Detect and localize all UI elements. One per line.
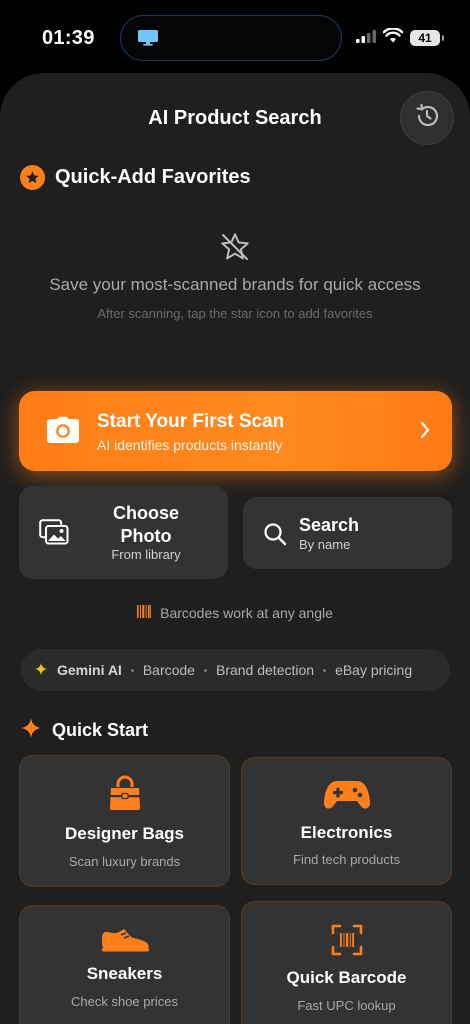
quick-start-title: Quick Start (52, 720, 149, 740)
quick-start-sneakers[interactable]: Sneakers Check shoe prices (19, 905, 230, 1024)
scan-subtitle: AI identifies products instantly (97, 437, 283, 453)
quick-start-header: Quick Start (20, 717, 148, 744)
chevron-right-icon (420, 421, 430, 444)
separator-dot (323, 668, 327, 672)
sneaker-icon (20, 926, 229, 952)
separator-dot (203, 668, 207, 672)
favorites-header: Quick-Add Favorites (20, 165, 251, 190)
barcode-scan-icon (242, 924, 451, 956)
search-subtitle: By name (299, 537, 351, 552)
barcode-icon (137, 605, 152, 621)
gamepad-icon (242, 778, 451, 812)
tile-subtitle: Find tech products (293, 852, 400, 867)
feature-brand: Brand detection (215, 662, 315, 678)
main-sheet: AI Product Search Quick-Add Favorites Sa… (0, 73, 470, 1024)
dynamic-island (120, 15, 342, 61)
separator-dot (130, 668, 134, 672)
tile-subtitle: Scan luxury brands (68, 854, 181, 869)
scan-title: Start Your First Scan (97, 411, 285, 432)
status-indicators: 41 (356, 27, 444, 48)
quick-start-quick-barcode[interactable]: Quick Barcode Fast UPC lookup (241, 901, 452, 1024)
search-title: Search (299, 515, 360, 535)
tile-title: Quick Barcode (286, 968, 407, 987)
tile-subtitle: Check shoe prices (71, 994, 178, 1009)
choose-photo-button[interactable]: Choose Photo From library (19, 486, 228, 579)
wifi-icon (382, 27, 404, 48)
status-bar: 01:39 41 (0, 0, 470, 76)
battery-icon: 41 (410, 30, 444, 46)
tile-title: Designer Bags (64, 824, 185, 843)
barcode-hint: Barcodes work at any angle (0, 605, 470, 621)
history-button[interactable] (400, 91, 454, 145)
status-time: 01:39 (42, 27, 95, 49)
sparkle-icon (35, 662, 48, 679)
feature-ebay: eBay pricing (335, 662, 413, 678)
sparkle-icon (20, 717, 42, 744)
quick-start-electronics[interactable]: Electronics Find tech products (241, 757, 452, 885)
favorites-empty-hint: After scanning, tap the star icon to add… (97, 306, 373, 321)
history-icon (413, 102, 441, 135)
choose-photo-subtitle: From library (111, 547, 181, 562)
barcode-hint-text: Barcodes work at any angle (160, 605, 333, 621)
search-button[interactable]: Search By name (243, 497, 452, 569)
search-icon (263, 522, 287, 551)
favorites-title: Quick-Add Favorites (55, 166, 251, 188)
favorites-empty-message: Save your most-scanned brands for quick … (49, 275, 421, 294)
star-icon (20, 165, 45, 190)
tile-title: Sneakers (86, 964, 163, 983)
star-slash-icon (219, 231, 251, 268)
handbag-icon (20, 775, 229, 811)
screen-share-icon (137, 29, 159, 52)
feature-gemini: Gemini AI (57, 662, 122, 678)
feature-barcode: Barcode (142, 662, 195, 678)
tile-title: Electronics (300, 823, 393, 842)
camera-icon (46, 416, 80, 449)
tile-subtitle: Fast UPC lookup (297, 998, 396, 1013)
choose-photo-title: Choose Photo (112, 503, 179, 546)
start-scan-button[interactable]: Start Your First Scan AI identifies prod… (19, 391, 452, 471)
signal-icon (356, 29, 376, 48)
photos-icon (39, 519, 69, 550)
quick-start-designer-bags[interactable]: Designer Bags Scan luxury brands (19, 755, 230, 887)
feature-pill: Gemini AI Barcode Brand detection eBay p… (21, 649, 450, 691)
